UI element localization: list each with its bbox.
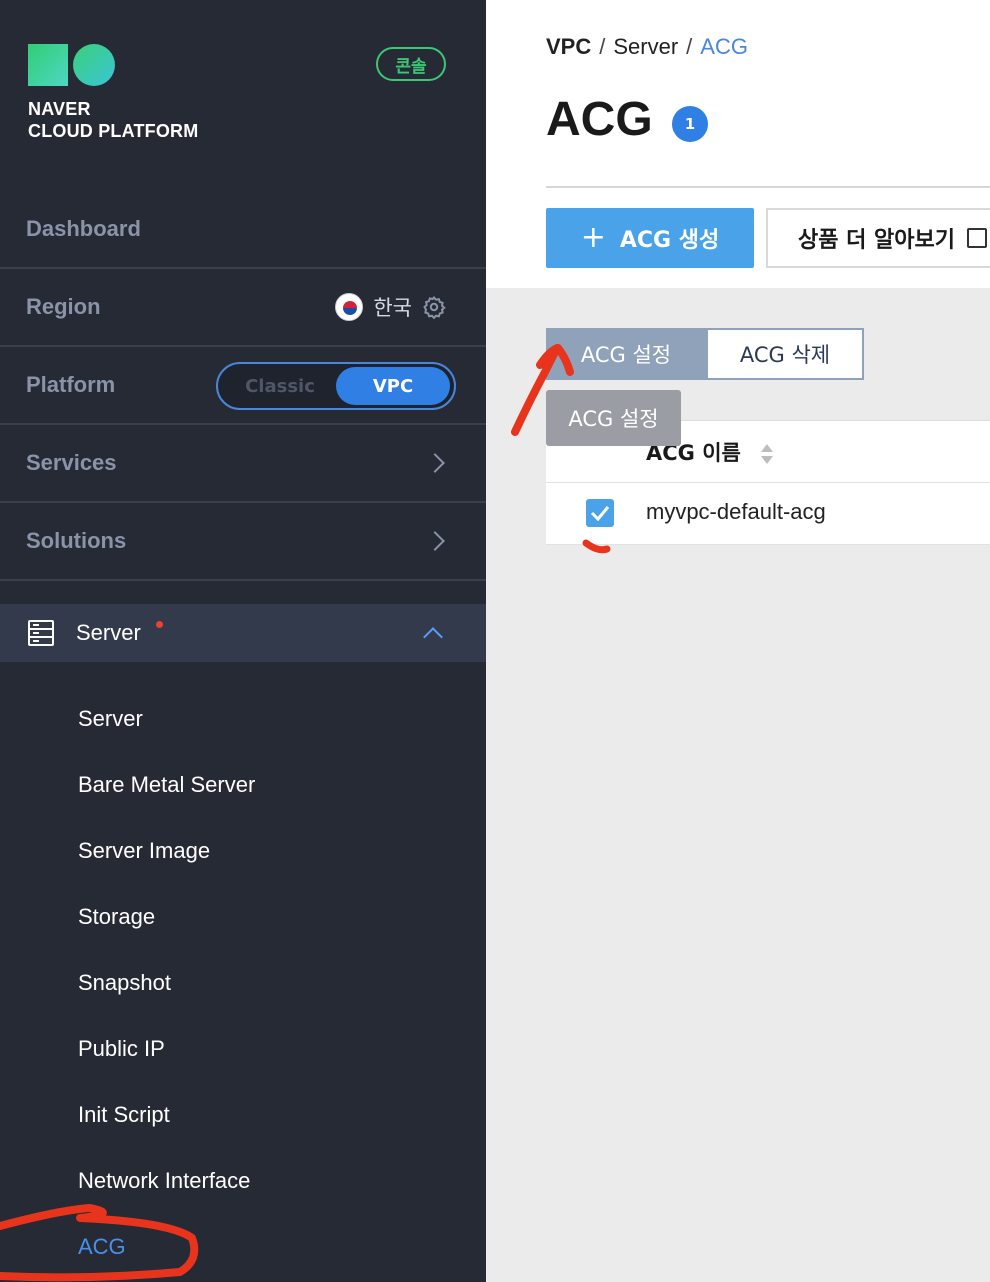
sidebar-item-bare-metal-server[interactable]: Bare Metal Server	[78, 772, 255, 798]
breadcrumb-separator: /	[599, 34, 606, 59]
brand-line2: CLOUD PLATFORM	[28, 121, 199, 141]
nav-solutions-label: Solutions	[26, 528, 127, 553]
table-row[interactable]: myvpc-default-acg	[546, 483, 990, 545]
notification-dot	[156, 621, 163, 628]
divider	[546, 186, 990, 188]
platform-option-vpc[interactable]: VPC	[336, 367, 450, 405]
korea-flag-icon	[335, 293, 364, 321]
create-acg-label: ACG 생성	[619, 228, 720, 253]
check-icon	[590, 506, 610, 521]
sidebar-item-network-interface[interactable]: Network Interface	[78, 1168, 250, 1194]
breadcrumb-acg: ACG	[700, 34, 748, 59]
nav-region: Region 한국	[0, 269, 486, 347]
console-badge[interactable]: 콘솔	[376, 47, 446, 81]
chevron-right-icon	[425, 453, 445, 473]
chevron-up-icon[interactable]	[423, 627, 443, 647]
server-group-title: Server	[76, 620, 141, 645]
learn-more-label: 상품 더 알아보기	[798, 228, 955, 253]
acg-settings-button[interactable]: ACG 설정	[546, 328, 706, 380]
nav-solutions[interactable]: Solutions	[0, 503, 486, 581]
brand-line1: NAVER	[28, 99, 91, 119]
breadcrumb-separator: /	[686, 34, 693, 59]
breadcrumb-vpc[interactable]: VPC	[546, 34, 591, 60]
tooltip: ACG 설정	[546, 390, 681, 446]
create-acg-button[interactable]: + ACG 생성	[546, 208, 754, 268]
count-badge: 1	[672, 106, 708, 142]
sort-icon[interactable]	[760, 443, 774, 465]
region-value: 한국	[373, 296, 412, 320]
sidebar-item-server-image[interactable]: Server Image	[78, 838, 210, 864]
nav-platform: Platform Classic VPC	[0, 347, 486, 425]
sidebar-item-snapshot[interactable]: Snapshot	[78, 970, 171, 996]
region-selector[interactable]: 한국	[335, 292, 446, 322]
sidebar-item-init-script[interactable]: Init Script	[78, 1102, 170, 1128]
gear-icon[interactable]	[422, 295, 446, 319]
breadcrumb: VPC / Server / ACG	[546, 34, 748, 60]
nav-dashboard[interactable]: Dashboard	[0, 191, 486, 269]
sidebar-item-server[interactable]: Server	[78, 706, 143, 732]
sidebar: NAVER CLOUD PLATFORM 콘솔 Dashboard Region…	[0, 0, 486, 1282]
server-group-header[interactable]: Server	[0, 604, 486, 662]
plus-icon: +	[580, 220, 606, 255]
external-link-icon	[967, 228, 987, 248]
nav-platform-label: Platform	[26, 372, 116, 397]
chevron-right-icon	[425, 531, 445, 551]
acg-name-cell: myvpc-default-acg	[646, 499, 826, 524]
brand-name: NAVER CLOUD PLATFORM	[28, 98, 198, 142]
sidebar-item-storage[interactable]: Storage	[78, 904, 155, 930]
sidebar-item-acg[interactable]: ACG	[78, 1234, 126, 1260]
nav-services-label: Services	[26, 450, 117, 475]
platform-toggle[interactable]: Classic VPC	[216, 362, 456, 410]
breadcrumb-server[interactable]: Server	[613, 34, 678, 60]
nav-dashboard-label: Dashboard	[26, 216, 141, 241]
server-icon	[28, 620, 54, 646]
nav-region-label: Region	[26, 294, 101, 319]
acg-delete-button[interactable]: ACG 삭제	[706, 328, 864, 380]
sidebar-item-public-ip[interactable]: Public IP	[78, 1036, 165, 1062]
row-checkbox[interactable]	[586, 499, 614, 527]
nav-services[interactable]: Services	[0, 425, 486, 503]
platform-option-classic[interactable]: Classic	[222, 367, 338, 405]
learn-more-button[interactable]: 상품 더 알아보기	[766, 208, 990, 268]
page-title: ACG	[546, 93, 653, 146]
naver-cloud-logo[interactable]	[28, 44, 118, 86]
